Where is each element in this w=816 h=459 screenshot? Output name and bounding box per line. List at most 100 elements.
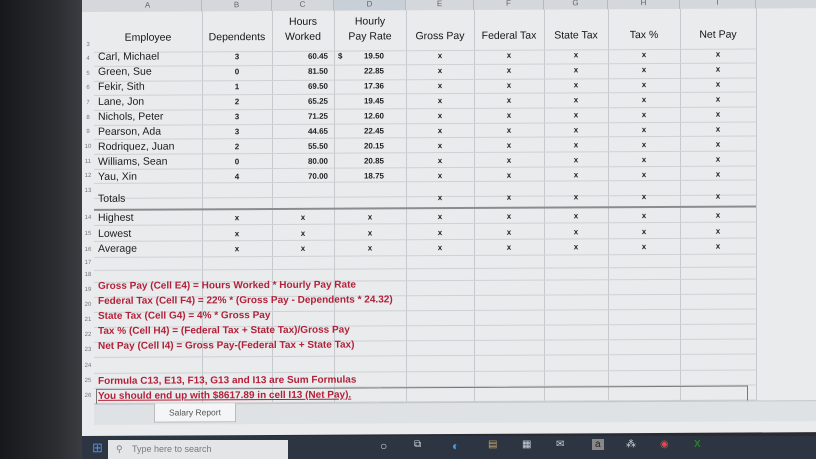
dependents-value[interactable]: 4	[202, 172, 272, 181]
summary-placeholder[interactable]: x	[544, 211, 608, 220]
hours-worked-value[interactable]: 71.25	[272, 112, 328, 121]
summary-placeholder[interactable]: x	[474, 228, 544, 237]
mail-icon[interactable]: ✉	[556, 439, 564, 450]
summary-placeholder[interactable]: x	[334, 212, 406, 221]
summary-placeholder[interactable]: x	[474, 212, 544, 221]
totals-placeholder[interactable]: x	[680, 191, 756, 201]
formula-placeholder[interactable]: x	[608, 80, 680, 89]
summary-placeholder[interactable]: x	[272, 213, 334, 222]
hourly-rate-value[interactable]: 20.15	[334, 141, 384, 150]
employee-name[interactable]: Nichols, Peter	[98, 111, 163, 123]
formula-placeholder[interactable]: x	[406, 66, 474, 75]
formula-placeholder[interactable]: x	[680, 109, 756, 119]
task-view-icon[interactable]: ⧉	[414, 439, 421, 450]
column-header-c[interactable]: C	[272, 0, 334, 12]
summary-placeholder[interactable]: x	[272, 244, 334, 253]
dependents-value[interactable]: 2	[202, 97, 272, 106]
hours-worked-value[interactable]: 80.00	[272, 157, 328, 166]
summary-placeholder[interactable]: x	[544, 242, 608, 251]
hourly-rate-value[interactable]: 22.85	[334, 66, 384, 75]
employee-name[interactable]: Yau, Xin	[98, 171, 137, 183]
formula-placeholder[interactable]: x	[608, 65, 680, 74]
column-header-d[interactable]: D	[334, 0, 406, 11]
employee-name[interactable]: Lane, Jon	[98, 96, 144, 108]
taskbar-search-input[interactable]: ⚲ Type here to search	[108, 440, 288, 459]
edge-icon[interactable]: ◐	[452, 439, 459, 453]
formula-placeholder[interactable]: x	[608, 50, 680, 59]
summary-placeholder[interactable]: x	[608, 211, 680, 220]
summary-placeholder[interactable]: x	[202, 213, 272, 222]
formula-placeholder[interactable]: x	[680, 49, 756, 59]
cortana-icon[interactable]: ○	[380, 439, 387, 453]
formula-placeholder[interactable]: x	[680, 154, 756, 164]
formula-placeholder[interactable]: x	[608, 95, 680, 104]
formula-placeholder[interactable]: x	[680, 94, 756, 104]
totals-placeholder[interactable]: x	[544, 192, 608, 201]
sheet-tab-salary-report[interactable]: Salary Report	[154, 403, 236, 423]
formula-placeholder[interactable]: x	[544, 65, 608, 74]
excel-icon[interactable]: X	[694, 439, 701, 450]
hours-worked-value[interactable]: 60.45	[272, 52, 328, 61]
column-header-b[interactable]: B	[202, 0, 272, 12]
hourly-rate-value[interactable]: 19.50	[334, 51, 384, 60]
formula-placeholder[interactable]: x	[680, 79, 756, 89]
summary-placeholder[interactable]: x	[406, 212, 474, 221]
formula-placeholder[interactable]: x	[680, 124, 756, 134]
formula-placeholder[interactable]: x	[544, 80, 608, 89]
formula-placeholder[interactable]: x	[544, 110, 608, 119]
column-header-h[interactable]: H	[608, 0, 680, 10]
store-icon[interactable]: ▦	[522, 439, 531, 450]
formula-placeholder[interactable]: x	[544, 125, 608, 134]
summary-placeholder[interactable]: x	[406, 243, 474, 252]
formula-placeholder[interactable]: x	[474, 126, 544, 135]
hours-worked-value[interactable]: 44.65	[272, 127, 328, 136]
formula-placeholder[interactable]: x	[608, 125, 680, 134]
dependents-value[interactable]: 3	[202, 127, 272, 136]
column-header-f[interactable]: F	[474, 0, 544, 10]
formula-placeholder[interactable]: x	[474, 156, 544, 165]
formula-placeholder[interactable]: x	[680, 139, 756, 149]
totals-placeholder[interactable]: x	[608, 192, 680, 201]
formula-placeholder[interactable]: x	[608, 110, 680, 119]
formula-placeholder[interactable]: x	[608, 170, 680, 179]
summary-placeholder[interactable]: x	[608, 227, 680, 236]
column-header-i[interactable]: I	[680, 0, 756, 9]
dependents-value[interactable]: 2	[202, 142, 272, 151]
formula-placeholder[interactable]: x	[474, 51, 544, 60]
employee-name[interactable]: Williams, Sean	[98, 156, 167, 168]
summary-placeholder[interactable]: x	[272, 229, 334, 238]
column-header-g[interactable]: G	[544, 0, 608, 10]
formula-placeholder[interactable]: x	[406, 171, 474, 180]
summary-placeholder[interactable]: x	[202, 244, 272, 253]
totals-placeholder[interactable]: x	[406, 193, 474, 202]
totals-placeholder[interactable]: x	[474, 193, 544, 202]
summary-placeholder[interactable]: x	[680, 226, 756, 236]
dependents-value[interactable]: 1	[202, 82, 272, 91]
summary-placeholder[interactable]: x	[334, 228, 406, 237]
dependents-value[interactable]: 3	[202, 112, 272, 121]
formula-placeholder[interactable]: x	[406, 156, 474, 165]
column-header-a[interactable]: A	[94, 0, 202, 12]
formula-placeholder[interactable]: x	[406, 141, 474, 150]
hourly-rate-value[interactable]: 20.85	[334, 156, 384, 165]
formula-placeholder[interactable]: x	[680, 64, 756, 74]
summary-placeholder[interactable]: x	[474, 243, 544, 252]
chrome-icon[interactable]: ◉	[660, 439, 669, 450]
formula-placeholder[interactable]: x	[406, 96, 474, 105]
formula-placeholder[interactable]: x	[544, 170, 608, 179]
formula-placeholder[interactable]: x	[608, 140, 680, 149]
hours-worked-value[interactable]: 65.25	[272, 97, 328, 106]
formula-placeholder[interactable]: x	[474, 141, 544, 150]
formula-placeholder[interactable]: x	[544, 95, 608, 104]
hours-worked-value[interactable]: 81.50	[272, 67, 328, 76]
employee-name[interactable]: Pearson, Ada	[98, 126, 161, 138]
summary-placeholder[interactable]: x	[680, 241, 756, 251]
summary-placeholder[interactable]: x	[608, 242, 680, 251]
windows-start-icon[interactable]: ⊞	[92, 440, 103, 456]
hours-worked-value[interactable]: 70.00	[272, 172, 328, 181]
hours-worked-value[interactable]: 55.50	[272, 142, 328, 151]
formula-placeholder[interactable]: x	[544, 140, 608, 149]
hourly-rate-value[interactable]: 17.36	[334, 81, 384, 90]
formula-placeholder[interactable]: x	[680, 169, 756, 179]
formula-placeholder[interactable]: x	[406, 51, 474, 60]
